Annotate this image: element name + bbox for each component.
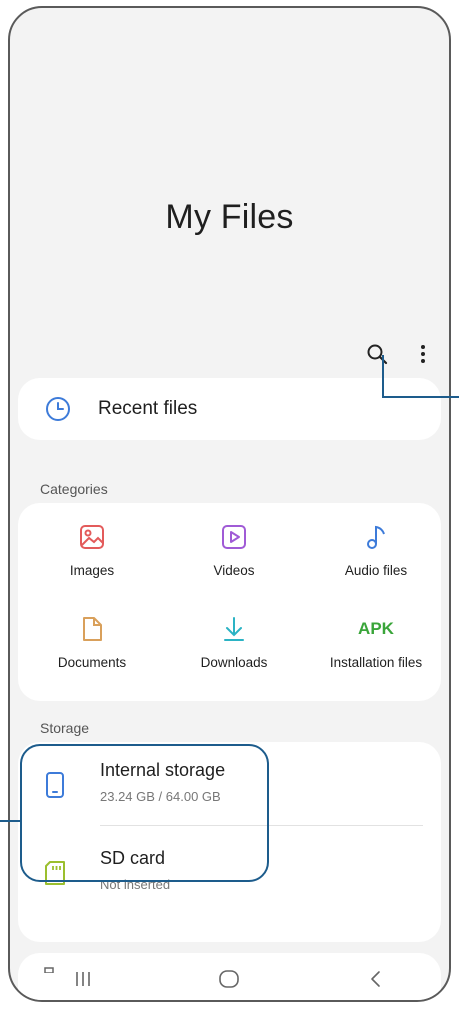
category-label: Installation files [329,655,423,670]
recent-files-row[interactable]: Recent files [18,378,441,440]
category-label: Documents [57,655,127,670]
category-label: Downloads [200,655,268,670]
storage-heading: Storage [40,720,90,736]
categories-card: Images Videos Audio files Documents Down… [18,503,441,701]
search-callout-line [382,355,384,397]
category-installation-files[interactable]: APK Installation files [306,613,446,670]
apk-icon: APK [358,619,394,638]
category-videos[interactable]: Videos [164,521,304,578]
video-icon [222,525,246,549]
more-options-icon[interactable] [409,340,437,368]
navigation-bar [10,956,449,1000]
category-documents[interactable]: Documents [22,613,162,670]
download-icon [224,617,244,641]
music-note-icon [367,525,385,549]
categories-heading: Categories [40,481,108,497]
category-label: Audio files [344,563,408,578]
recent-files-label: Recent files [98,398,198,419]
image-icon [80,525,104,549]
category-audio[interactable]: Audio files [306,521,446,578]
category-images[interactable]: Images [22,521,162,578]
storage-callout-box [20,744,269,882]
top-actions [363,340,437,368]
back-icon[interactable] [356,963,396,995]
search-callout-line [382,396,459,398]
search-icon[interactable] [363,340,391,368]
category-downloads[interactable]: Downloads [164,613,304,670]
home-icon[interactable] [209,963,249,995]
category-label: Videos [213,563,255,578]
document-icon [83,617,102,641]
category-label: Images [69,563,115,578]
page-title: My Files [165,198,294,236]
storage-callout-line [0,820,21,822]
recent-apps-icon[interactable] [63,963,103,995]
clock-icon [46,397,70,421]
